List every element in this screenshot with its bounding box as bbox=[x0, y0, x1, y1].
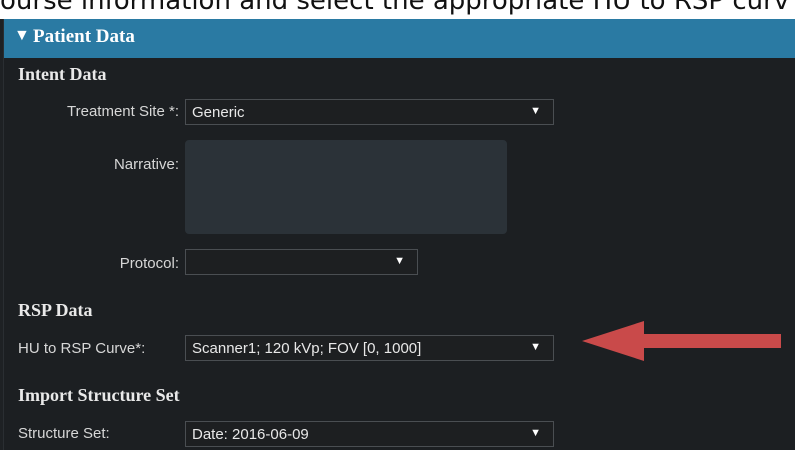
intent-data-heading: Intent Data bbox=[18, 64, 107, 84]
hu-rsp-curve-label: HU to RSP Curve*: bbox=[18, 340, 146, 357]
panel-header[interactable]: ▼ Patient Data bbox=[4, 19, 795, 58]
caption-text: ourse information and select the appropr… bbox=[0, 0, 790, 16]
hu-rsp-curve-select[interactable]: Scanner1; 120 kVp; FOV [0, 1000] ▼ bbox=[185, 335, 554, 361]
arrow-shape bbox=[582, 321, 781, 361]
narrative-label: Narrative: bbox=[113, 156, 179, 173]
narrative-textarea[interactable] bbox=[185, 140, 507, 234]
chevron-down-icon[interactable]: ▼ bbox=[530, 341, 541, 353]
rsp-data-heading: RSP Data bbox=[18, 300, 93, 320]
chevron-down-icon[interactable]: ▼ bbox=[530, 105, 541, 117]
import-structure-set-heading: Import Structure Set bbox=[18, 385, 180, 405]
arrow-left-icon bbox=[582, 321, 781, 361]
panel-title: Patient Data bbox=[33, 26, 135, 47]
treatment-site-label: Treatment Site *: bbox=[67, 103, 179, 120]
structure-set-label: Structure Set: bbox=[18, 425, 110, 442]
structure-set-value: Date: 2016-06-09 bbox=[192, 426, 309, 443]
triangle-down-icon[interactable]: ▼ bbox=[14, 27, 30, 45]
treatment-site-value: Generic bbox=[192, 104, 245, 121]
hu-rsp-curve-value: Scanner1; 120 kVp; FOV [0, 1000] bbox=[192, 340, 422, 357]
chevron-down-icon[interactable]: ▼ bbox=[530, 427, 541, 439]
caption-strip: ourse information and select the appropr… bbox=[0, 0, 795, 19]
structure-set-select[interactable]: Date: 2016-06-09 ▼ bbox=[185, 421, 554, 447]
treatment-site-select[interactable]: Generic ▼ bbox=[185, 99, 554, 125]
protocol-label: Protocol: bbox=[119, 255, 179, 272]
protocol-select[interactable]: ▼ bbox=[185, 249, 418, 275]
patient-data-panel: ▼ Patient Data Intent Data Treatment Sit… bbox=[3, 19, 795, 450]
chevron-down-icon[interactable]: ▼ bbox=[394, 255, 405, 267]
